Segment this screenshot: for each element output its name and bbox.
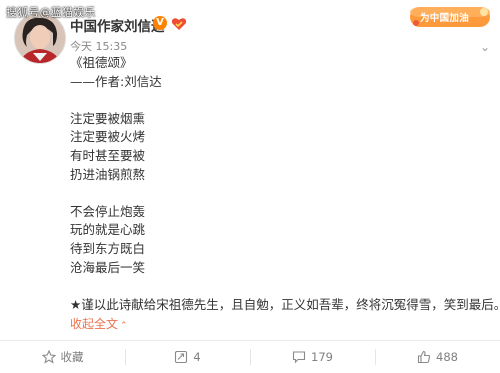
campaign-banner-text: 为中国加油 (420, 13, 470, 24)
repost-icon (175, 350, 188, 364)
campaign-banner[interactable]: 为中国加油 (408, 4, 492, 30)
collapse-label: 收起全文 (70, 317, 119, 331)
post-body: 《祖德颂》 ——作者:刘信达 注定要被烟熏 注定要被火烤 有时甚至要被 扔进油锅… (70, 54, 500, 314)
post-line: 《祖德颂》 (70, 55, 133, 70)
chevron-up-icon: ⌃ (120, 321, 128, 331)
repost-button[interactable]: 4 (125, 341, 250, 373)
collapse-full-text-link[interactable]: 收起全文 ⌃ (70, 315, 128, 332)
comment-count: 179 (311, 350, 333, 364)
post-line: ★谨以此诗献给宋祖德先生，且自勉，正义如吾辈，终将沉冤得雪，笑到最后。 (70, 296, 500, 312)
post-line: 不会停止炮轰 (70, 203, 146, 219)
post-line: ——作者:刘信达 (70, 73, 162, 89)
watermark-text: 搜狐号@蓝猫娱乐 (6, 6, 96, 19)
verified-icon: V (153, 16, 167, 30)
post-line: 有时甚至要被 (70, 147, 146, 163)
post-line: 待到东方既白 (70, 240, 146, 256)
chevron-down-icon[interactable]: ⌄ (480, 40, 490, 54)
like-count: 488 (436, 350, 458, 364)
comment-button[interactable]: 179 (250, 341, 375, 373)
thumbs-up-icon (417, 350, 431, 364)
like-button[interactable]: 488 (375, 341, 500, 373)
post-line: 玩的就是心跳 (70, 222, 146, 238)
star-icon (41, 350, 56, 364)
favorite-button[interactable]: 收藏 (0, 341, 125, 373)
fan-badge-icon (171, 16, 187, 30)
repost-count: 4 (193, 350, 201, 364)
post-line: 沧海最后一笑 (70, 259, 146, 275)
favorite-label: 收藏 (60, 350, 84, 364)
post-line: 扔进油锅煎熬 (70, 166, 146, 182)
post-timestamp: 今天 15:35 (70, 40, 128, 53)
action-bar: 收藏 4 179 488 (0, 341, 500, 373)
post-line: 注定要被烟熏 (70, 110, 146, 126)
comment-icon (292, 351, 306, 364)
post-line: 注定要被火烤 (70, 129, 146, 145)
